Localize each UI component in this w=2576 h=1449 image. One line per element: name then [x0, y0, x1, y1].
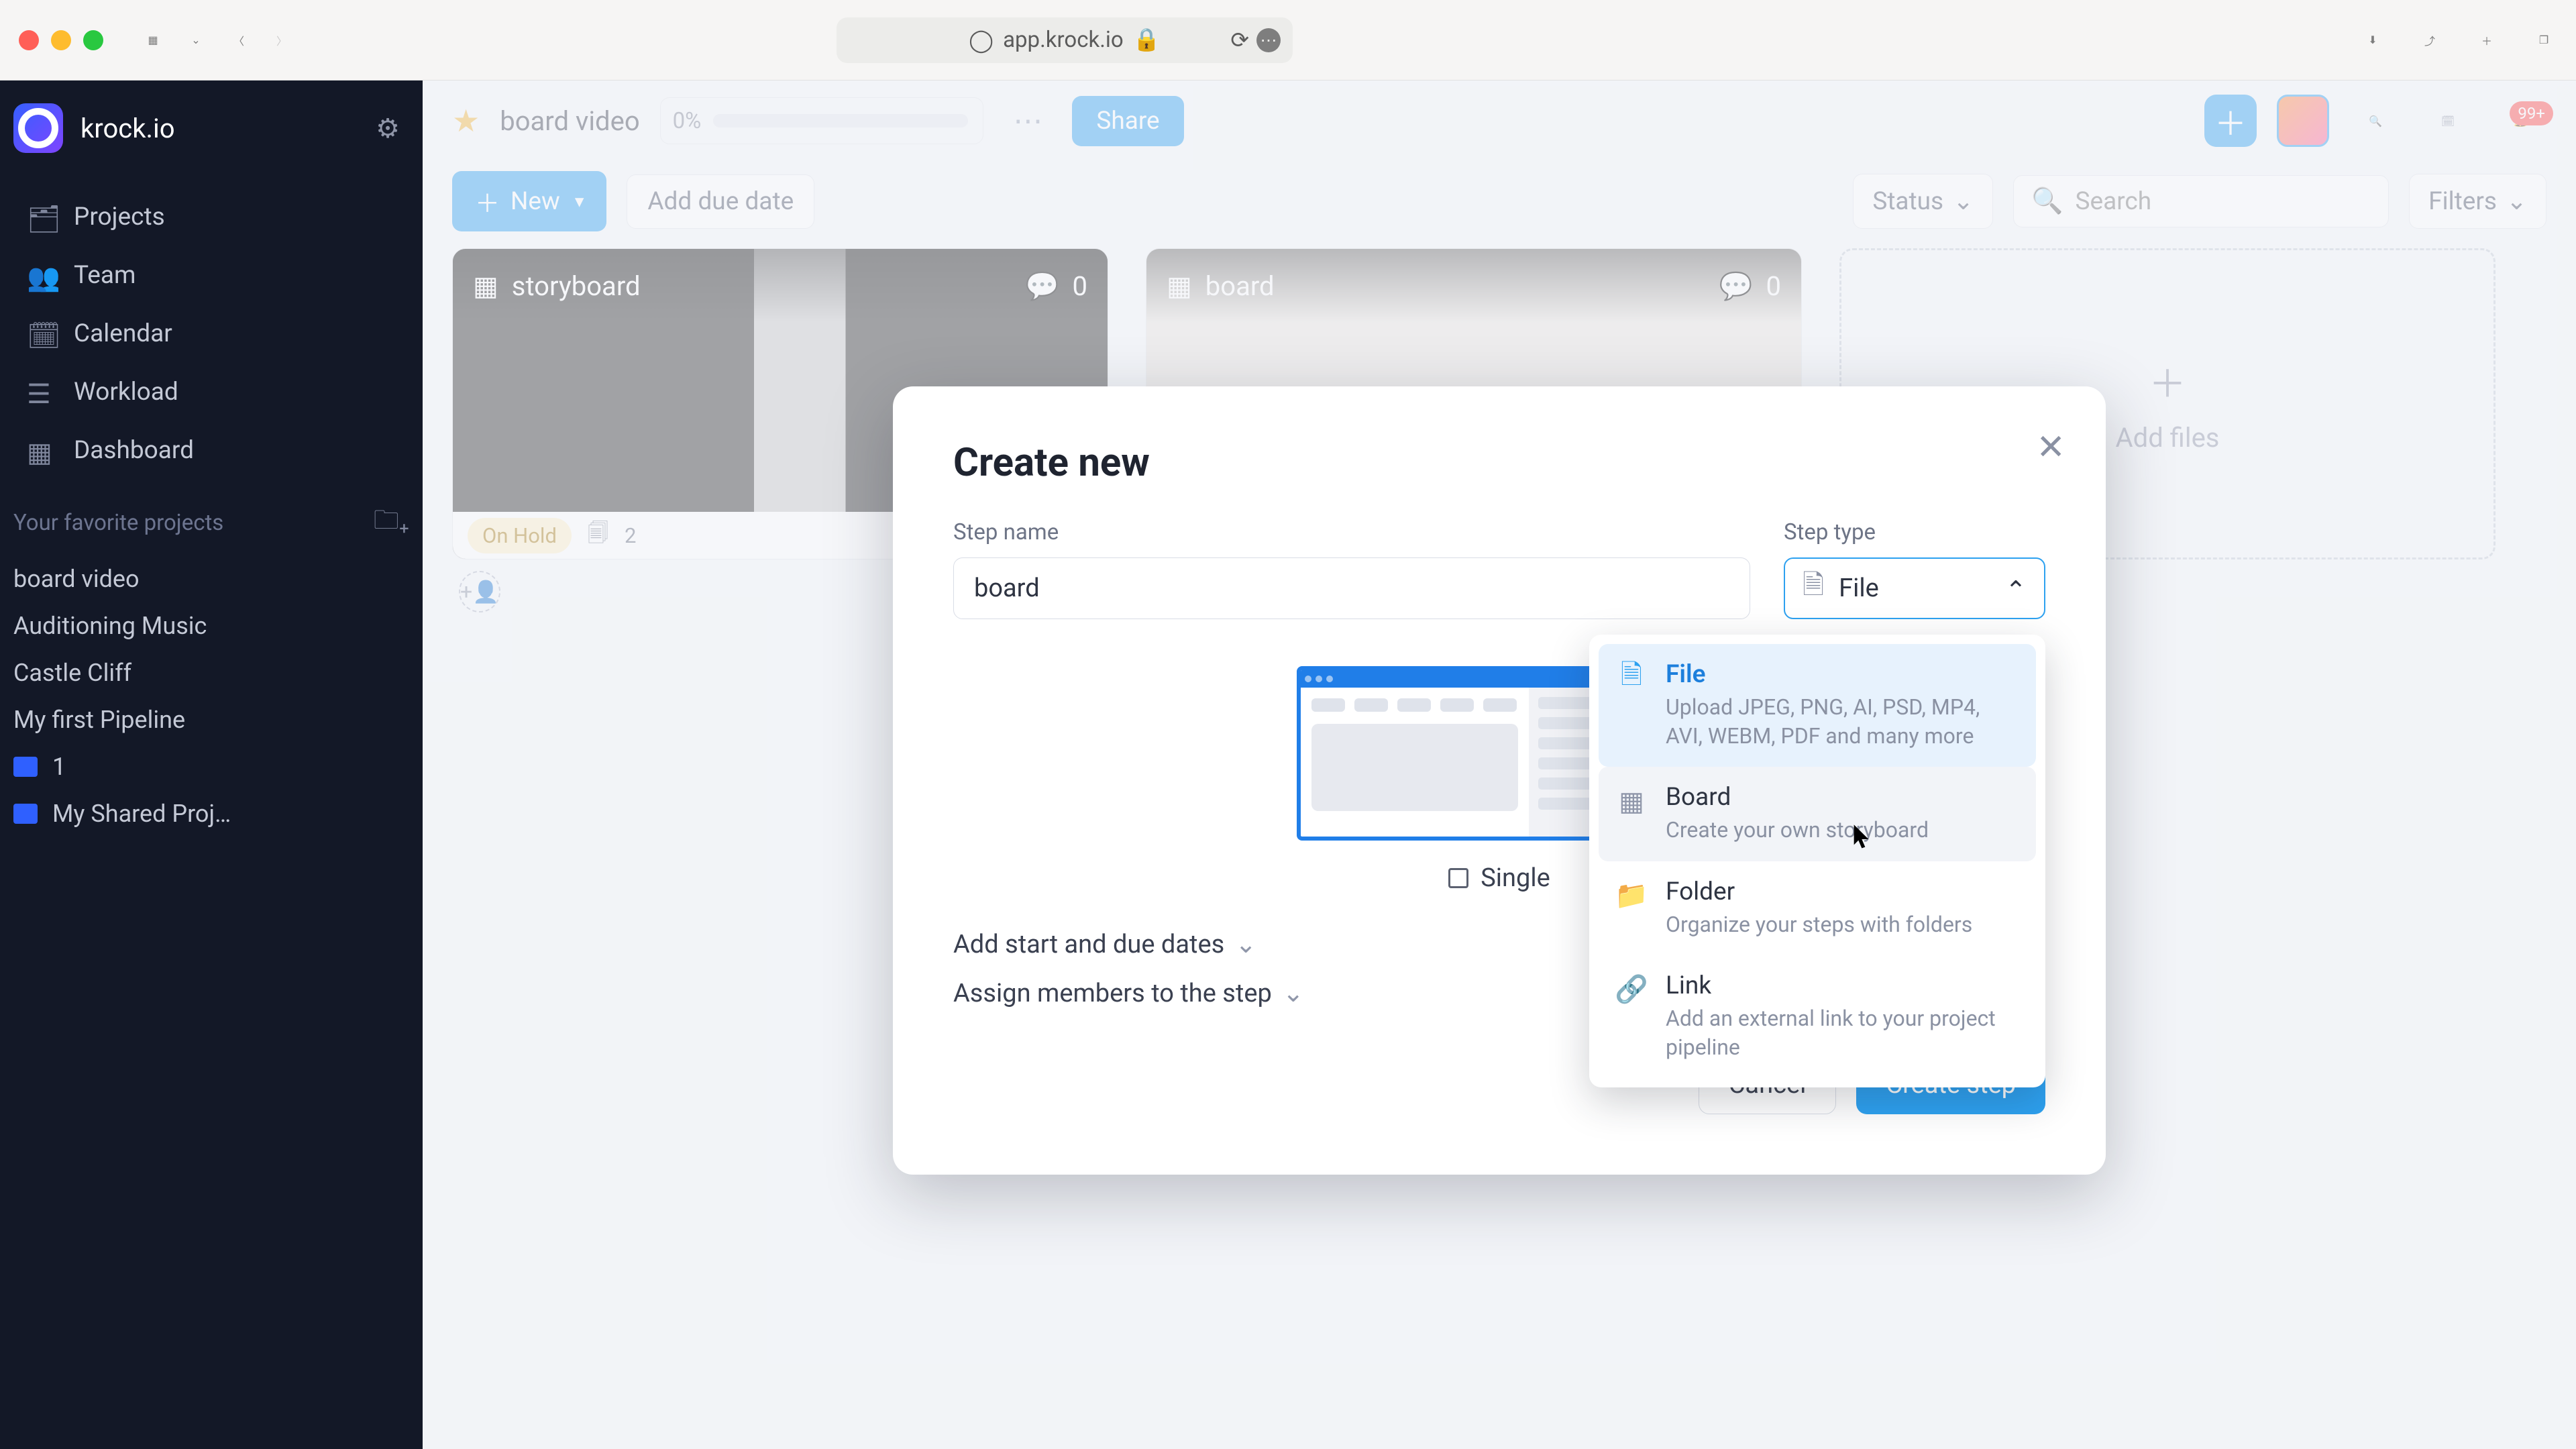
favorite-label: Castle Cliff [13, 659, 131, 687]
macos-titlebar: ▦ ⌄ 〈 〉 ◯ app.krock.io 🔒 ⟳ ⋯ ⬇ ⤴ ＋ ❐ [0, 0, 2576, 80]
file-icon: 🗎 [1616, 663, 1647, 694]
favorites-header: Your favorite projects [13, 510, 223, 536]
modal-title: Create new [953, 440, 2045, 486]
gear-icon[interactable]: ⚙ [376, 113, 400, 144]
close-window-icon[interactable] [19, 30, 39, 50]
share-icon[interactable]: ⤴ [2416, 27, 2443, 54]
favorite-label: board video [13, 565, 140, 593]
fullscreen-window-icon[interactable] [83, 30, 103, 50]
close-icon[interactable]: ✕ [2036, 427, 2065, 468]
option-desc: Organize your steps with folders [1666, 910, 1972, 939]
back-icon[interactable]: 〈 [225, 27, 252, 54]
option-desc: Add an external link to your project pip… [1666, 1004, 2019, 1062]
option-desc: Upload JPEG, PNG, AI, PSD, MP4, AVI, WEB… [1666, 693, 2019, 751]
sidebar-item-label: Calendar [74, 319, 172, 348]
file-icon: 🗎 [1803, 566, 1824, 611]
url-text: app.krock.io [1003, 27, 1124, 53]
step-type-option-link[interactable]: 🔗 Link Add an external link to your projec… [1599, 955, 2036, 1078]
board-icon: ▦ [1616, 786, 1647, 816]
step-name-input[interactable]: board [953, 557, 1750, 619]
sidebar-item-label: Projects [74, 203, 165, 231]
folder-icon: 📁 [1616, 880, 1647, 911]
step-type-option-file[interactable]: 🗎 File Upload JPEG, PNG, AI, PSD, MP4, AVI… [1599, 644, 2036, 767]
add-favorite-icon[interactable]: 🗀₊ [374, 501, 409, 545]
minimize-window-icon[interactable] [51, 30, 71, 50]
lock-icon: 🔒 [1133, 27, 1161, 53]
step-type-dropdown: 🗎 File Upload JPEG, PNG, AI, PSD, MP4, AVI… [1589, 635, 2045, 1087]
create-new-modal: ✕ Create new Step name board Step type 🗎… [893, 386, 2106, 1175]
sidebar-toggle-icon[interactable]: ▦ [140, 27, 166, 54]
favorite-label: Auditioning Music [13, 612, 207, 640]
favorite-project[interactable]: My Shared Proj… [0, 790, 423, 837]
favorite-project[interactable]: 1 [0, 743, 423, 790]
window-controls[interactable] [19, 30, 103, 50]
favorite-project[interactable]: board video [0, 555, 423, 602]
sidebar-item-calendar[interactable]: 🗓 Calendar [0, 305, 423, 363]
favorite-project[interactable]: My first Pipeline [0, 696, 423, 743]
step-type-label: Step type [1784, 519, 2045, 545]
app-name: krock.io [80, 113, 175, 144]
step-type-option-board[interactable]: ▦ Board Create your own storyboard [1599, 767, 2036, 861]
chevron-down-icon: ⌄ [1283, 978, 1304, 1008]
sidebar-item-label: Workload [74, 378, 178, 407]
folder-icon [13, 804, 38, 824]
step-type-option-folder[interactable]: 📁 Folder Organize your steps with folders [1599, 861, 2036, 955]
calendar-icon: 🗓 [27, 320, 55, 348]
favorite-label: My Shared Proj… [52, 800, 231, 828]
address-bar[interactable]: ◯ app.krock.io 🔒 ⟳ ⋯ [837, 17, 1293, 63]
dropdown-icon[interactable]: ⌄ [182, 27, 209, 54]
checkbox-icon [1448, 868, 1468, 888]
chevron-up-icon: ⌄ [2005, 574, 2027, 604]
link-icon: 🔗 [1616, 974, 1647, 1005]
option-desc: Create your own storyboard [1666, 816, 1929, 845]
favorite-project[interactable]: Auditioning Music [0, 602, 423, 649]
step-name-label: Step name [953, 519, 1750, 545]
sidebar-item-label: Team [74, 261, 136, 290]
favorite-label: 1 [52, 753, 66, 781]
site-settings-icon[interactable]: ◯ [969, 27, 994, 54]
downloads-icon[interactable]: ⬇ [2359, 27, 2386, 54]
new-tab-icon[interactable]: ＋ [2473, 27, 2500, 54]
option-title: Board [1666, 783, 1929, 812]
folder-icon: 🗂 [27, 203, 55, 231]
app-logo[interactable] [13, 103, 63, 153]
step-type-select[interactable]: 🗎 File ⌄ [1784, 557, 2045, 619]
option-title: Folder [1666, 877, 1972, 906]
team-icon: 👥 [27, 262, 55, 290]
forward-icon: 〉 [268, 27, 295, 54]
sidebar-item-label: Dashboard [74, 436, 194, 465]
dashboard-icon: ▦ [27, 437, 55, 465]
reload-icon[interactable]: ⟳ [1230, 27, 1249, 54]
favorite-label: My first Pipeline [13, 706, 185, 734]
folder-icon [13, 757, 38, 777]
sidebar-item-dashboard[interactable]: ▦ Dashboard [0, 421, 423, 480]
option-title: Link [1666, 971, 2019, 1000]
favorite-project[interactable]: Castle Cliff [0, 649, 423, 696]
tabs-icon[interactable]: ❐ [2530, 27, 2557, 54]
sidebar: krock.io ⚙ 🗂 Projects 👥 Team 🗓 Calendar ☰ Workl… [0, 80, 423, 1449]
sidebar-item-team[interactable]: 👥 Team [0, 246, 423, 305]
chevron-down-icon: ⌄ [1235, 929, 1256, 959]
workload-icon: ☰ [27, 378, 55, 407]
option-title: File [1666, 660, 2019, 689]
page-options-icon[interactable]: ⋯ [1256, 28, 1281, 52]
sidebar-item-workload[interactable]: ☰ Workload [0, 363, 423, 421]
sidebar-item-projects[interactable]: 🗂 Projects [0, 188, 423, 246]
